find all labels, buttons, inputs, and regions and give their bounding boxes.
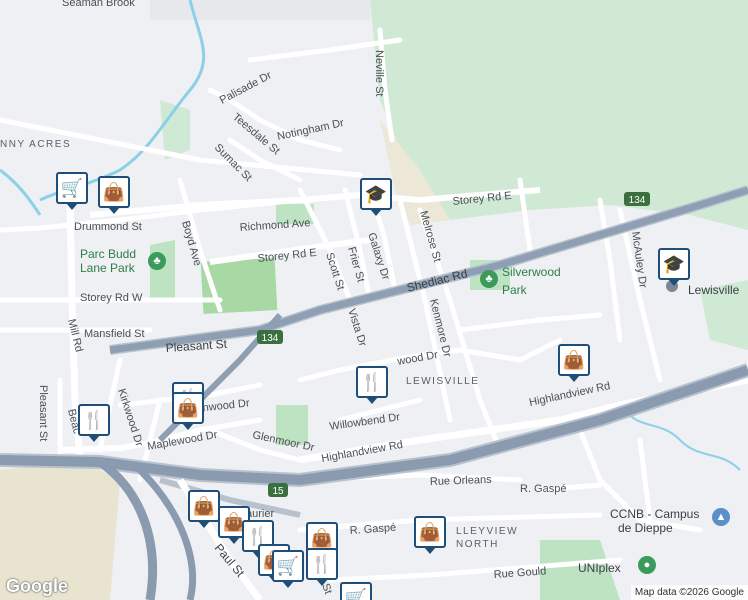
- label-rue-gould: Rue Gould: [493, 565, 546, 581]
- highway-shield-15: 15: [268, 483, 288, 497]
- map-view[interactable]: 134 134 15 Seaman Brook Neville St Palis…: [0, 0, 748, 600]
- restaurant-pin[interactable]: 🍴: [306, 548, 338, 586]
- grocery-pin[interactable]: 🛒: [56, 172, 88, 210]
- grocery-pin[interactable]: 🛒: [340, 582, 372, 600]
- shopping-bag-icon: 👜: [562, 350, 586, 370]
- shopping-pin[interactable]: 👜: [172, 392, 204, 430]
- label-north: NORTH: [456, 539, 499, 550]
- label-storey-rd-e-mid: Storey Rd E: [257, 247, 317, 265]
- school-icon: 🎓: [662, 254, 686, 274]
- label-neville-st: Neville St: [373, 50, 385, 96]
- tree-icon: ♣: [153, 255, 161, 267]
- label-rue-orleans: Rue Orleans: [430, 474, 493, 488]
- school-pin[interactable]: 🎓: [658, 248, 690, 286]
- school-icon: 🎓: [364, 184, 388, 204]
- label-pleasant-st: Pleasant St: [165, 337, 228, 355]
- label-lane-park: Lane Park: [80, 261, 136, 275]
- label-silverwood-park: Park: [502, 283, 528, 297]
- label-uniplex: UNIplex: [578, 561, 621, 575]
- label-kirkwood-dr: Kirkwood Dr: [115, 387, 145, 448]
- pin-dot-icon: ●: [643, 559, 651, 571]
- shield-134-left-text: 134: [262, 333, 279, 344]
- shopping-pin[interactable]: 👜: [558, 344, 590, 382]
- shopping-pin[interactable]: 👜: [188, 490, 220, 528]
- label-richmond-ave: Richmond Ave: [239, 217, 310, 234]
- label-lewisville-poi: Lewisville: [688, 283, 740, 297]
- shopping-bag-icon: 👜: [176, 398, 200, 418]
- place-poi-icon[interactable]: ●: [638, 556, 656, 574]
- shopping-pin[interactable]: 👜: [98, 176, 130, 214]
- shield-15-text: 15: [272, 486, 284, 497]
- label-ccnb-campus: CCNB - Campus: [610, 507, 699, 521]
- school-pin[interactable]: 🎓: [360, 178, 392, 216]
- graduation-cap-icon: ▲: [715, 511, 727, 523]
- google-logo: Google: [6, 576, 68, 596]
- label-seaman-brook: Seaman Brook: [62, 0, 135, 9]
- map-base: 134 134 15 Seaman Brook Neville St Palis…: [0, 0, 748, 600]
- shopping-pin[interactable]: 👜: [414, 516, 446, 554]
- brook-branch: [0, 168, 42, 216]
- brook: [39, 0, 206, 202]
- label-r-gaspe-east: R. Gaspé: [520, 483, 566, 495]
- label-wood-dr: wood Dr: [395, 349, 439, 368]
- restaurant-pin[interactable]: 🍴: [78, 404, 110, 442]
- school-poi-icon[interactable]: ▲: [712, 508, 730, 526]
- shopping-cart-icon: 🛒: [276, 556, 300, 576]
- highway-shield-134-top: 134: [624, 192, 650, 206]
- residential-top: [150, 0, 370, 20]
- map-attribution[interactable]: Map data ©2026 Google: [630, 585, 748, 600]
- label-pleasant-st-south: Pleasant St: [37, 385, 49, 441]
- label-vista-dr: Vista Dr: [345, 307, 369, 348]
- shopping-bag-icon: 👜: [192, 496, 216, 516]
- label-storey-rd-w: Storey Rd W: [80, 292, 143, 304]
- label-silverwood: Silverwood: [502, 265, 561, 279]
- parc-budd-area: [150, 240, 175, 300]
- shopping-bag-icon: 👜: [102, 182, 126, 202]
- restaurant-pin[interactable]: 🍴: [356, 366, 388, 404]
- label-lleyview: LLEYVIEW: [456, 526, 518, 537]
- shopping-cart-icon: 🛒: [60, 178, 84, 198]
- tree-icon: ♣: [485, 273, 493, 285]
- label-palisade-dr: Palisade Dr: [218, 69, 274, 106]
- restaurant-icon: 🍴: [246, 526, 270, 546]
- label-de-dieppe: de Dieppe: [618, 521, 673, 535]
- label-highlandview-rd-east: Highlandview Rd: [528, 380, 611, 409]
- shopping-cart-icon: 🛒: [344, 588, 368, 600]
- label-parc-budd: Parc Budd: [80, 247, 136, 261]
- highway-shield-134-left: 134: [257, 330, 283, 344]
- grocery-pin[interactable]: 🛒: [272, 550, 304, 588]
- label-shediac-rd: Shediac Rd: [405, 266, 469, 295]
- label-mill-rd: Mill Rd: [65, 318, 85, 354]
- restaurant-icon: 🍴: [310, 554, 334, 574]
- label-notingham-dr: Notingham Dr: [276, 117, 345, 143]
- restaurant-icon: 🍴: [360, 372, 384, 392]
- label-lewisville: LEWISVILLE: [406, 376, 479, 387]
- restaurant-icon: 🍴: [82, 410, 106, 430]
- park-icon[interactable]: ♣: [148, 252, 166, 270]
- shield-134-top-text: 134: [629, 195, 646, 206]
- label-scott-st: Scott St: [323, 251, 346, 291]
- park-icon[interactable]: ♣: [480, 270, 498, 288]
- shopping-bag-icon: 👜: [418, 522, 442, 542]
- label-laurier: aurier: [246, 508, 274, 520]
- label-mansfield-st: Mansfield St: [84, 328, 145, 340]
- shopping-bag-icon: 👜: [310, 528, 334, 548]
- label-r-gaspe-west: R. Gaspé: [349, 522, 396, 537]
- label-drummond-st: Drummond St: [74, 221, 142, 233]
- label-nny-acres: NNY ACRES: [0, 139, 71, 150]
